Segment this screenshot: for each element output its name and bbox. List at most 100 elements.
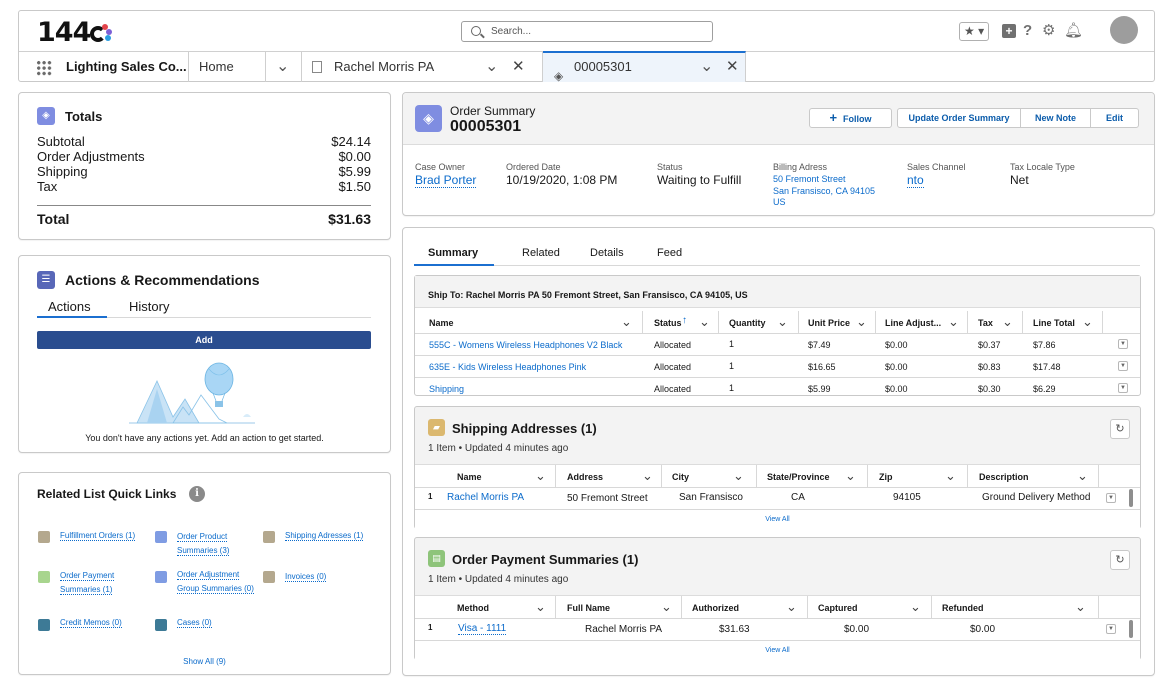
product-link-555c[interactable]: 555C - Womens Wireless Headphones V2 Bla… xyxy=(429,340,622,350)
chevron-down-icon[interactable]: ⌄ xyxy=(1082,314,1093,330)
col-tax[interactable]: Tax xyxy=(978,318,993,328)
close-icon[interactable]: ✕ xyxy=(726,53,739,81)
nav-menu-toggle[interactable]: ⌄ xyxy=(266,52,302,82)
col-address[interactable]: Address xyxy=(567,472,603,482)
quick-link-credit-memos[interactable]: Credit Memos (0) xyxy=(60,616,122,630)
col-divider xyxy=(875,311,876,333)
new-note-button[interactable]: New Note xyxy=(1020,108,1091,128)
col-description[interactable]: Description xyxy=(979,472,1029,482)
quick-link-cases[interactable]: Cases (0) xyxy=(177,616,212,630)
quick-link-order-product-summaries[interactable]: Order Product Summaries (3) xyxy=(177,530,230,558)
global-search-input[interactable]: Search... xyxy=(461,21,713,42)
case-owner-link[interactable]: Brad Porter xyxy=(415,173,477,188)
chevron-down-icon[interactable]: ⌄ xyxy=(786,599,797,615)
add-icon[interactable]: + xyxy=(1002,24,1016,38)
col-city[interactable]: City xyxy=(672,472,689,482)
chevron-down-icon[interactable]: ⌄ xyxy=(485,52,498,82)
col-line-total[interactable]: Line Total xyxy=(1033,318,1075,328)
row-actions-dropdown[interactable]: ▼ xyxy=(1118,361,1128,371)
col-quantity[interactable]: Quantity xyxy=(729,318,766,328)
chevron-down-icon[interactable]: ⌄ xyxy=(621,314,632,330)
billing-address-link[interactable]: 50 Fremont Street San Fransisco, CA 94105… xyxy=(773,174,875,209)
quick-link-order-payment-summaries[interactable]: Order Payment Summaries (1) xyxy=(60,569,115,597)
col-line-adjustments[interactable]: Line Adjust... xyxy=(885,318,941,328)
app-launcher[interactable]: Lighting Sales Co... xyxy=(19,52,189,82)
shipping-view-all-link[interactable]: View All xyxy=(415,516,1140,523)
payment-method-link[interactable]: Visa - 1111 xyxy=(458,623,507,635)
quick-link-shipping-addresses[interactable]: Shipping Adresses (1) xyxy=(285,529,364,543)
chevron-down-icon[interactable]: ⌄ xyxy=(948,314,959,330)
chevron-down-icon[interactable]: ⌄ xyxy=(733,468,744,484)
chevron-down-icon[interactable]: ⌄ xyxy=(845,468,856,484)
row-actions-dropdown[interactable]: ▼ xyxy=(1106,624,1116,634)
gear-icon[interactable]: ⚙ xyxy=(1042,22,1055,40)
order-summary-icon: ◈ xyxy=(415,105,442,132)
tab-actions[interactable]: Actions xyxy=(48,299,91,314)
col-authorized[interactable]: Authorized xyxy=(692,603,739,613)
tab-related[interactable]: Related xyxy=(522,247,560,259)
tab-order-summary[interactable]: ◈ 00005301 ⌄ ✕ xyxy=(543,51,746,83)
col-captured[interactable]: Captured xyxy=(818,603,858,613)
help-icon[interactable]: ? xyxy=(1023,22,1032,40)
col-name[interactable]: Name xyxy=(457,472,482,482)
payments-view-all-link[interactable]: View All xyxy=(415,647,1140,654)
refresh-icon[interactable]: ↻ xyxy=(1110,419,1130,439)
col-state[interactable]: State/Province xyxy=(767,472,830,482)
update-order-summary-button[interactable]: Update Order Summary xyxy=(897,108,1021,128)
col-zip[interactable]: Zip xyxy=(879,472,893,482)
edit-button[interactable]: Edit xyxy=(1090,108,1139,128)
row-actions-dropdown[interactable]: ▼ xyxy=(1118,339,1128,349)
product-link-shipping[interactable]: Shipping xyxy=(429,384,464,394)
avatar[interactable] xyxy=(1110,16,1138,44)
chevron-down-icon[interactable]: ⌄ xyxy=(1075,599,1086,615)
col-status[interactable]: Status xyxy=(654,318,682,328)
bell-icon[interactable]: 🔔︎ xyxy=(1064,22,1083,40)
chevron-down-icon[interactable]: ⌄ xyxy=(1077,468,1088,484)
chevron-down-icon[interactable]: ⌄ xyxy=(699,314,710,330)
favorites-button[interactable]: ★ ▾ xyxy=(959,22,989,41)
tab-details[interactable]: Details xyxy=(590,247,624,259)
row-actions-dropdown[interactable]: ▼ xyxy=(1106,493,1116,503)
quick-link-fulfillment-orders[interactable]: Fulfillment Orders (1) xyxy=(60,529,136,543)
chevron-down-icon[interactable]: ⌄ xyxy=(661,599,672,615)
quick-link-invoices[interactable]: Invoices (0) xyxy=(285,570,327,584)
info-icon[interactable]: i xyxy=(189,486,205,502)
follow-button[interactable]: + Follow xyxy=(809,108,892,128)
show-all-link[interactable]: Show All (9) xyxy=(19,655,390,669)
sales-channel-link[interactable]: nto xyxy=(907,173,924,188)
chevron-down-icon[interactable]: ⌄ xyxy=(910,599,921,615)
add-action-button[interactable]: Add xyxy=(37,331,371,349)
product-line-adjustment: $0.00 xyxy=(885,384,908,394)
col-unit-price[interactable]: Unit Price xyxy=(808,318,850,328)
chevron-down-icon[interactable]: ⌄ xyxy=(945,468,956,484)
tab-summary[interactable]: Summary xyxy=(428,247,478,259)
refresh-icon[interactable]: ↻ xyxy=(1110,550,1130,570)
col-full-name[interactable]: Full Name xyxy=(567,603,610,613)
chevron-down-icon[interactable]: ⌄ xyxy=(535,599,546,615)
shipping-name-link[interactable]: Rachel Morris PA xyxy=(447,492,524,503)
col-method[interactable]: Method xyxy=(457,603,489,613)
row-actions-dropdown[interactable]: ▼ xyxy=(1118,383,1128,393)
tab-contact-record[interactable]: Rachel Morris PA ⌄ ✕ xyxy=(302,52,543,82)
col-name[interactable]: Name xyxy=(429,318,454,328)
tab-home[interactable]: Home xyxy=(189,52,266,82)
chevron-down-icon[interactable]: ⌄ xyxy=(642,468,653,484)
chevron-down-icon[interactable]: ⌄ xyxy=(777,314,788,330)
chevron-down-icon[interactable]: ⌄ xyxy=(700,53,713,81)
tab-feed[interactable]: Feed xyxy=(657,247,682,259)
tab-contact-label: Rachel Morris PA xyxy=(334,59,435,74)
chevron-down-icon[interactable]: ⌄ xyxy=(535,468,546,484)
billing-address-label: Billing Adress xyxy=(773,162,828,172)
scrollbar-thumb[interactable] xyxy=(1129,489,1133,507)
product-link-635e[interactable]: 635E - Kids Wireless Headphones Pink xyxy=(429,362,586,372)
scrollbar-thumb[interactable] xyxy=(1129,620,1133,638)
tab-history[interactable]: History xyxy=(129,299,169,314)
tab-home-label: Home xyxy=(199,59,234,74)
quick-link-order-adjustment-groups[interactable]: Order Adjustment Group Summaries (0) xyxy=(177,568,254,596)
col-refunded[interactable]: Refunded xyxy=(942,603,984,613)
shipping-table: Name ⌄ Address ⌄ City ⌄ State/Province ⌄… xyxy=(415,464,1140,529)
chevron-down-icon[interactable]: ⌄ xyxy=(1002,314,1013,330)
chevron-down-icon[interactable]: ⌄ xyxy=(856,314,867,330)
close-icon[interactable]: ✕ xyxy=(512,52,525,82)
col-divider xyxy=(807,596,808,618)
